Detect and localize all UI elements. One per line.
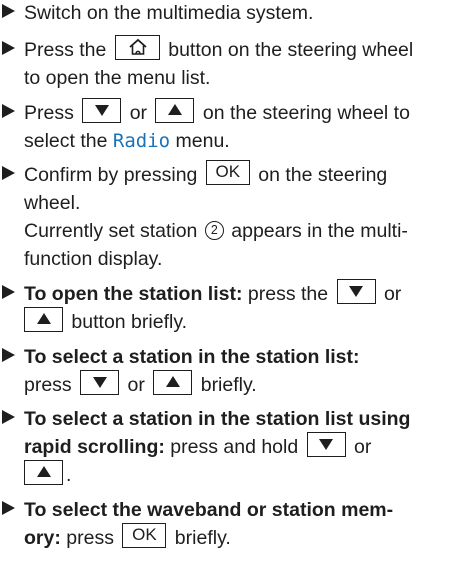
ok-button-icon: OK — [122, 523, 167, 549]
step-select-station: To select a station in the station list:… — [0, 343, 460, 399]
bullet-arrow-icon — [2, 501, 15, 515]
instruction-page: Switch on the multimedia system. Press t… — [0, 0, 466, 587]
bullet-arrow-icon — [2, 410, 15, 424]
up-button-icon — [153, 370, 193, 396]
home-button-icon — [114, 35, 160, 61]
bullet-arrow-icon — [2, 285, 15, 299]
step-text: Switch on the multimedia system. — [24, 2, 314, 24]
up-button-icon — [24, 460, 63, 486]
bullet-arrow-icon — [2, 348, 15, 362]
step-open-menu-list: Press the button on the steering wheel t… — [0, 35, 460, 92]
down-button-icon — [336, 279, 376, 305]
radio-menu-label: Radio — [112, 130, 171, 152]
up-button-icon — [24, 307, 63, 333]
ok-button-icon: OK — [205, 160, 250, 186]
step-select-radio-menu: Press or on the steering wheel to select… — [0, 98, 460, 155]
bullet-arrow-icon — [2, 166, 15, 180]
bullet-arrow-icon — [2, 41, 15, 55]
down-button-icon — [80, 370, 120, 396]
step-confirm-ok: Confirm by pressing OK on the steering w… — [0, 160, 460, 273]
step-switch-on: Switch on the multimedia system. — [0, 0, 460, 27]
down-button-icon — [306, 432, 346, 458]
station-number-callout: 2 — [204, 220, 224, 240]
step-open-station-list: To open the station list: press the or b… — [0, 279, 460, 336]
bullet-arrow-icon — [2, 104, 15, 118]
down-button-icon — [82, 98, 122, 124]
up-button-icon — [155, 98, 195, 124]
step-rapid-scrolling: To select a station in the station list … — [0, 405, 460, 489]
bullet-arrow-icon — [2, 4, 15, 18]
step-select-waveband: To select the waveband or station mem- o… — [0, 496, 460, 552]
